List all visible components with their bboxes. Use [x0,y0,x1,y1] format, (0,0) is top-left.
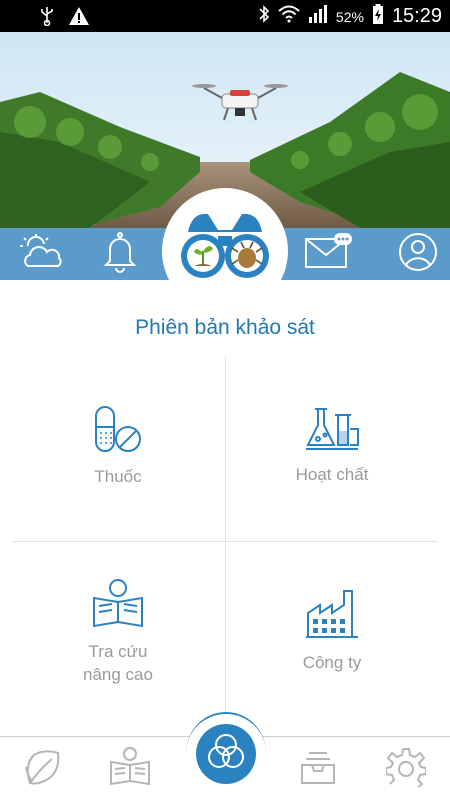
inbox-icon [298,747,338,792]
tile-thuoc-label: Thuốc [94,467,142,486]
settings-icon [385,747,427,792]
usb-icon [40,6,54,31]
book-icon [108,746,152,792]
tile-thuoc[interactable]: Thuốc [12,405,224,488]
signal-icon [308,5,328,28]
status-bar: 52% 15:29 [0,0,450,32]
weather-icon [18,232,66,277]
nav-settings[interactable] [382,747,430,791]
nav-reader[interactable] [106,746,154,792]
factory-icon [226,589,438,641]
message-icon [304,232,352,276]
bell-icon [102,231,138,278]
profile-icon [398,232,438,277]
battery-percent: 52% [335,8,364,25]
pills-icon [12,405,224,455]
tile-tra-cuu-label-line2: nâng cao [83,665,153,684]
tile-hoat-chat-label: Hoạt chất [295,465,369,484]
bluetooth-icon [258,4,270,29]
page-title: Phiên bản khảo sát [135,316,315,339]
status-time: 15:29 [391,5,442,27]
tile-cong-ty-label: Công ty [302,653,362,672]
warning-icon [68,6,90,31]
leaf-icon [22,747,62,792]
reader-icon [12,578,224,630]
nav-leaf[interactable] [18,747,66,791]
tile-tra-cuu-label-line1: Tra cứu [88,642,148,661]
grid-divider-horizontal [12,541,438,542]
circles-icon [204,730,248,779]
tile-hoat-chat[interactable]: Hoạt chất [226,405,438,486]
messages-button[interactable] [298,228,358,280]
binoculars-icon [172,206,278,291]
tile-tra-cuu-nang-cao[interactable]: Tra cứu nâng cao [12,578,224,686]
tile-cong-ty[interactable]: Công ty [226,589,438,674]
nav-inbox[interactable] [294,747,342,791]
flasks-icon [226,405,438,453]
nav-center-button[interactable] [196,724,256,784]
weather-button[interactable] [12,228,72,280]
binoculars-badge[interactable] [162,188,288,314]
profile-button[interactable] [388,228,448,280]
battery-icon [372,4,384,29]
notifications-button[interactable] [90,228,150,280]
wifi-icon [278,5,300,28]
